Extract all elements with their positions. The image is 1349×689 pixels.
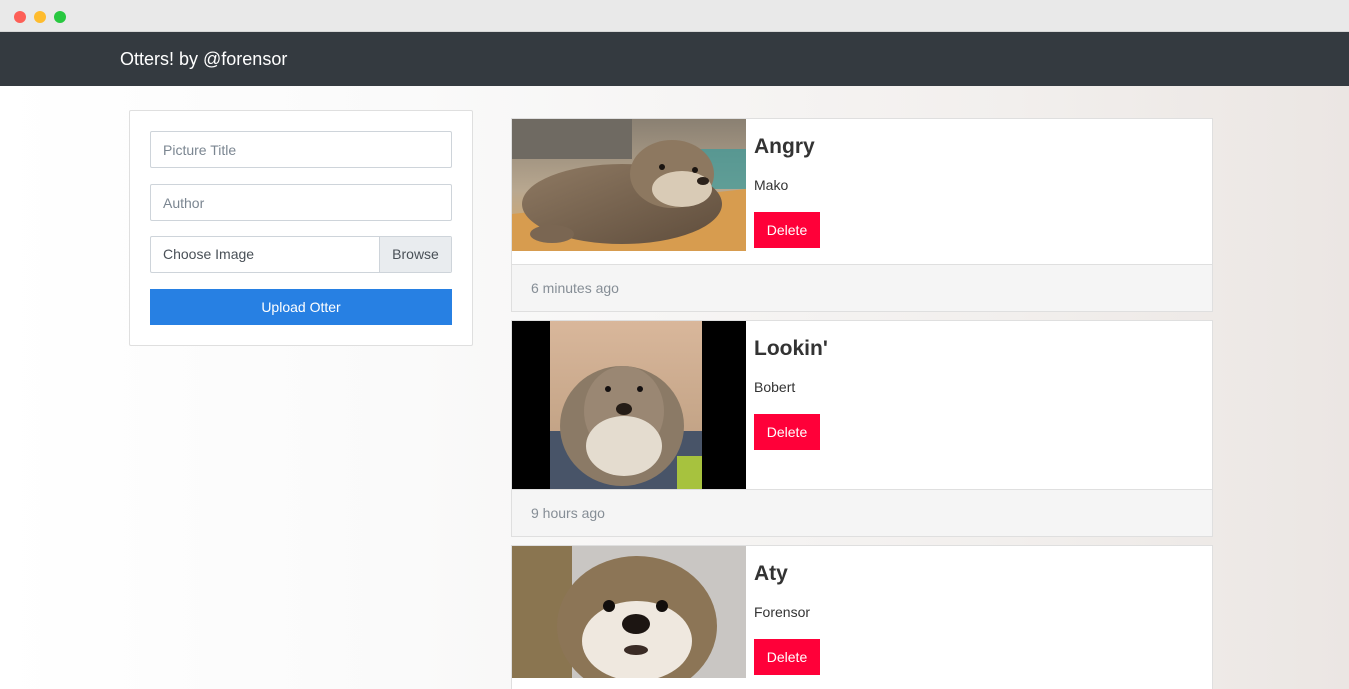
post-author: Bobert xyxy=(754,379,796,395)
post-title: Aty xyxy=(754,562,788,585)
window-titlebar xyxy=(0,0,1349,32)
post-footer: 6 minutes ago xyxy=(512,264,1212,311)
picture-title-input[interactable] xyxy=(150,131,452,168)
post-timestamp: 6 minutes ago xyxy=(531,280,619,296)
post-timestamp: 9 hours ago xyxy=(531,505,605,521)
navbar: Otters! by @forensor xyxy=(0,32,1349,86)
post-title: Angry xyxy=(754,135,815,158)
otter-post-card: Lookin' Bobert Delete 9 hours ago xyxy=(511,320,1213,537)
otter-post-card: Aty Forensor Delete xyxy=(511,545,1213,689)
image-file-input[interactable]: Choose Image Browse xyxy=(150,236,452,273)
post-title: Lookin' xyxy=(754,337,828,360)
main-content: Choose Image Browse Upload Otter xyxy=(0,86,1349,689)
maximize-window-icon[interactable] xyxy=(54,11,66,23)
otter-photo xyxy=(512,546,746,678)
file-input-label: Choose Image xyxy=(163,246,255,262)
delete-button[interactable]: Delete xyxy=(754,639,820,675)
otter-post-card: Angry Mako Delete 6 minutes ago xyxy=(511,118,1213,312)
post-author: Forensor xyxy=(754,604,811,620)
otter-photo xyxy=(512,119,746,251)
close-window-icon[interactable] xyxy=(14,11,26,23)
navbar-brand[interactable]: Otters! by @forensor xyxy=(120,48,287,70)
delete-button[interactable]: Delete xyxy=(754,212,820,248)
post-author: Mako xyxy=(754,177,789,193)
post-footer: 9 hours ago xyxy=(512,489,1212,536)
otter-photo xyxy=(512,321,746,489)
upload-otter-button[interactable]: Upload Otter xyxy=(150,289,452,325)
upload-form: Choose Image Browse Upload Otter xyxy=(129,110,473,346)
delete-button[interactable]: Delete xyxy=(754,414,820,450)
browse-button[interactable]: Browse xyxy=(379,237,451,272)
author-input[interactable] xyxy=(150,184,452,221)
minimize-window-icon[interactable] xyxy=(34,11,46,23)
